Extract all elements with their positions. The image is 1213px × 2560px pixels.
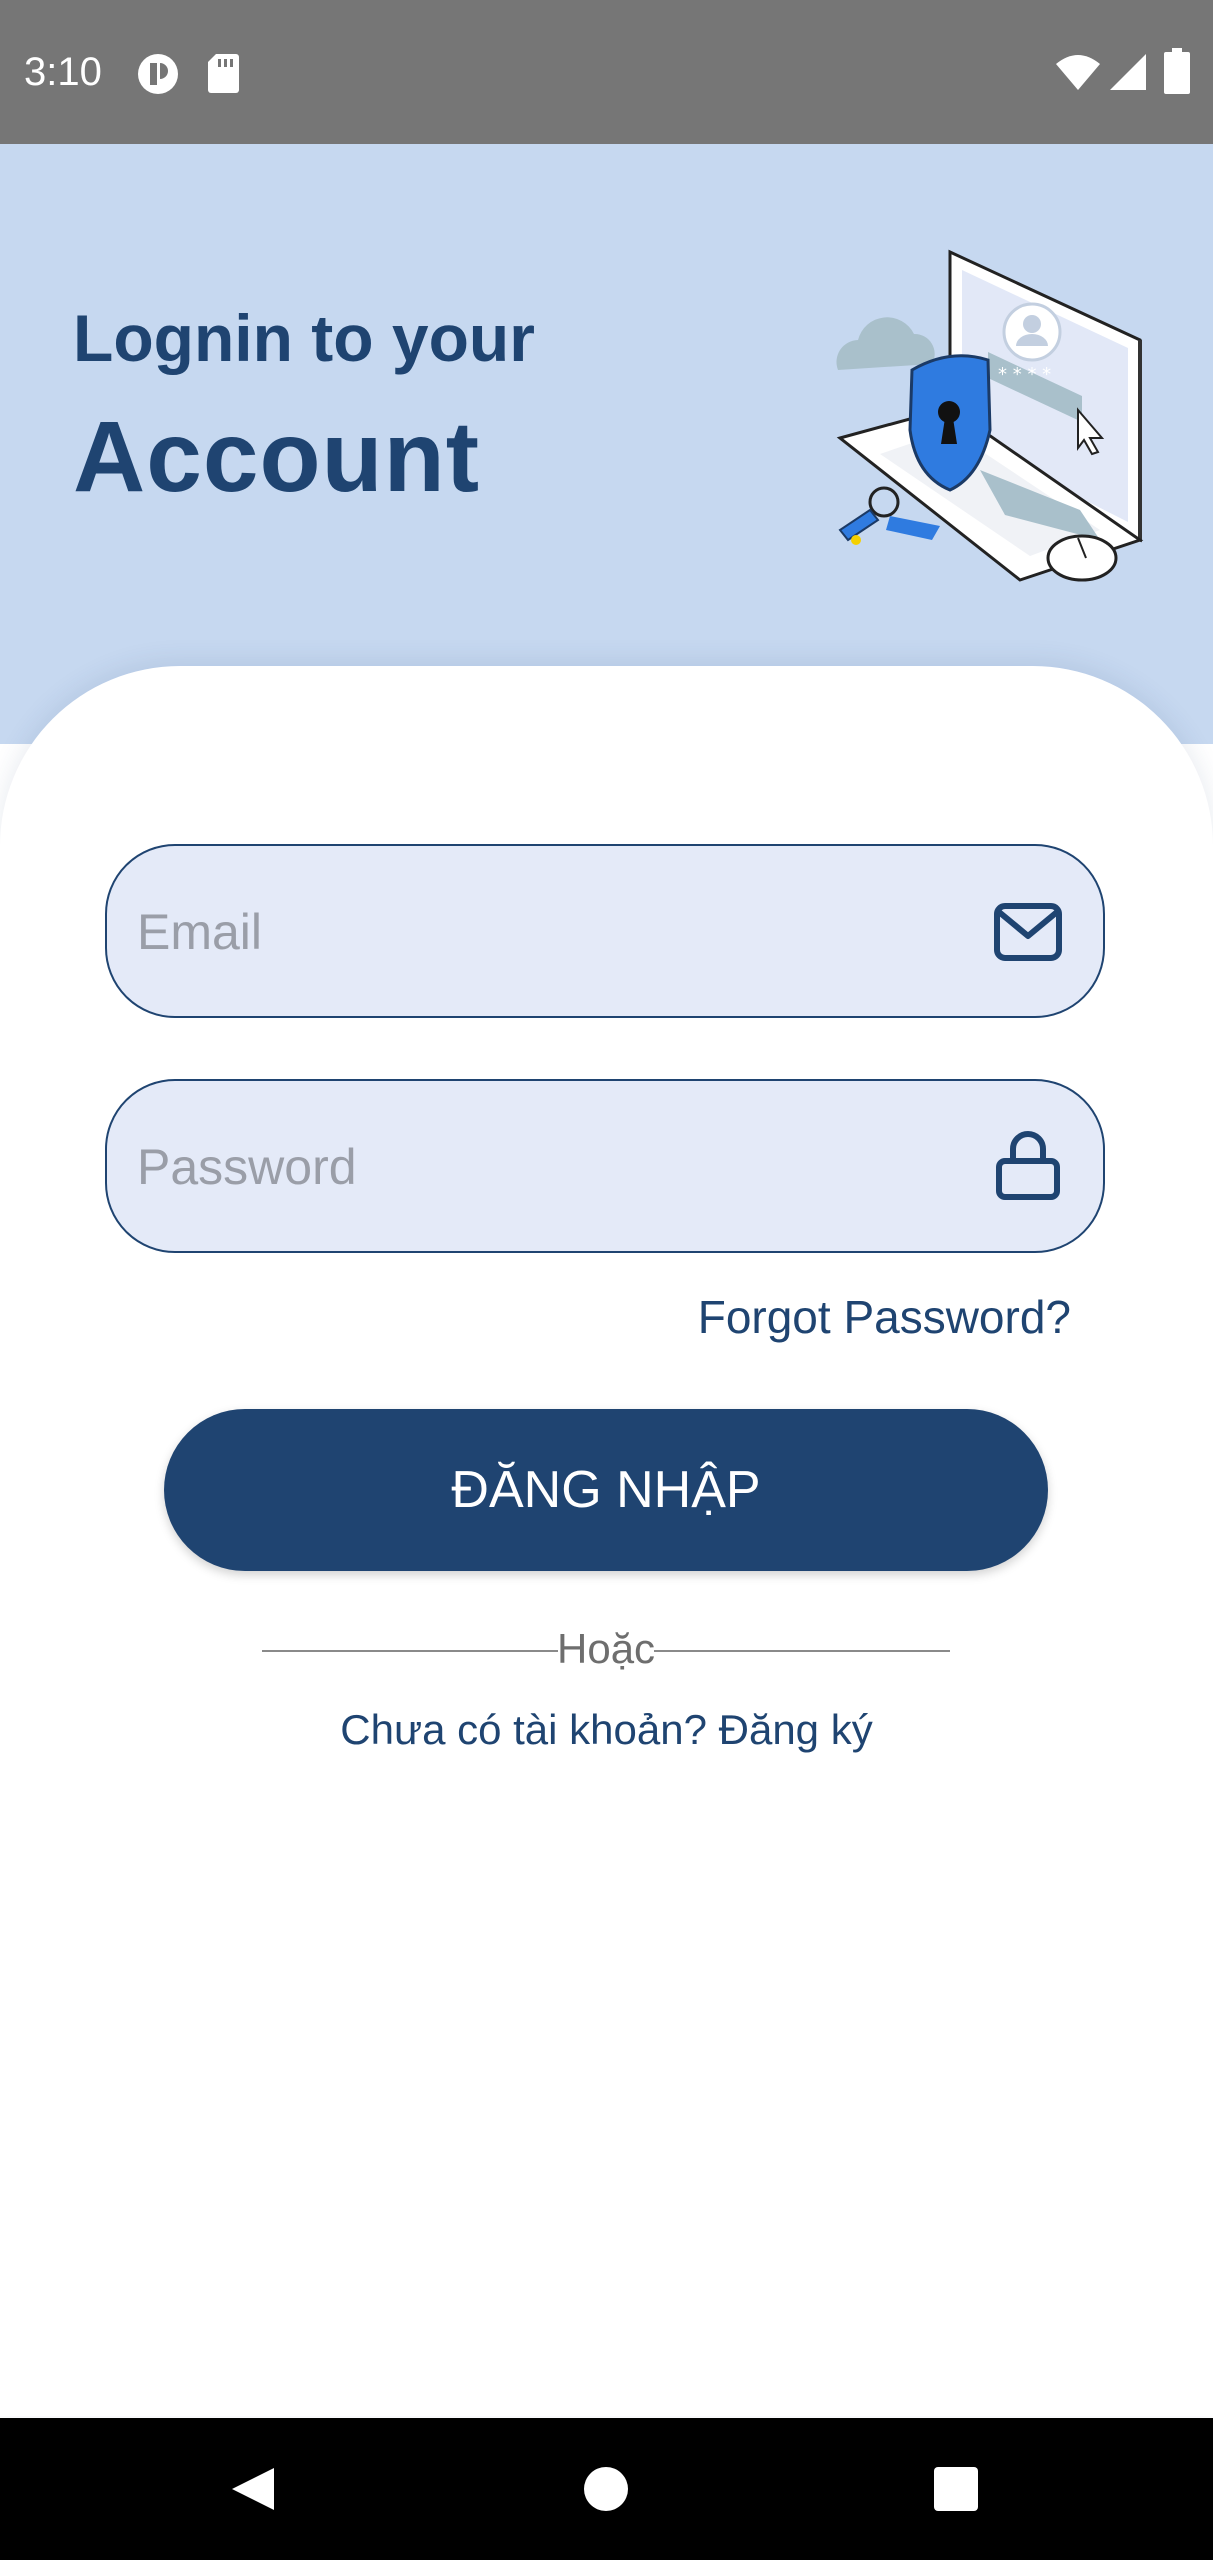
recents-icon[interactable] <box>896 2418 1016 2560</box>
wifi-icon <box>1056 55 1100 90</box>
navigation-bar <box>0 2418 1213 2560</box>
login-button[interactable]: ĐĂNG NHẬP <box>164 1409 1048 1571</box>
sd-card-icon <box>208 54 239 93</box>
laptop-security-illustration: * * * * <box>836 249 1144 582</box>
page-title-line2: Account <box>73 401 480 513</box>
status-bar: 3:10 <box>0 0 1213 144</box>
home-icon[interactable] <box>546 2418 666 2560</box>
status-time: 3:10 <box>24 50 102 94</box>
email-field[interactable] <box>135 846 969 1018</box>
password-field[interactable] <box>135 1081 969 1253</box>
lock-icon <box>996 1131 1060 1200</box>
divider-left <box>262 1650 558 1652</box>
back-icon[interactable] <box>192 2418 312 2560</box>
envelope-icon <box>994 903 1062 961</box>
forgot-password-link[interactable]: Forgot Password? <box>698 1290 1071 1344</box>
battery-icon <box>1164 48 1190 94</box>
divider-text: Hoặc <box>557 1625 656 1672</box>
svg-text:* * * *: * * * * <box>998 364 1051 385</box>
password-field-container[interactable] <box>105 1079 1105 1253</box>
divider-right <box>654 1650 950 1652</box>
signal-icon <box>1110 54 1146 90</box>
notification-app-icon <box>138 54 178 94</box>
email-field-container[interactable] <box>105 844 1105 1018</box>
register-link[interactable]: Chưa có tài khoản? Đăng ký <box>0 1706 1213 1754</box>
page-title-line1: Lognin to your <box>73 301 535 375</box>
